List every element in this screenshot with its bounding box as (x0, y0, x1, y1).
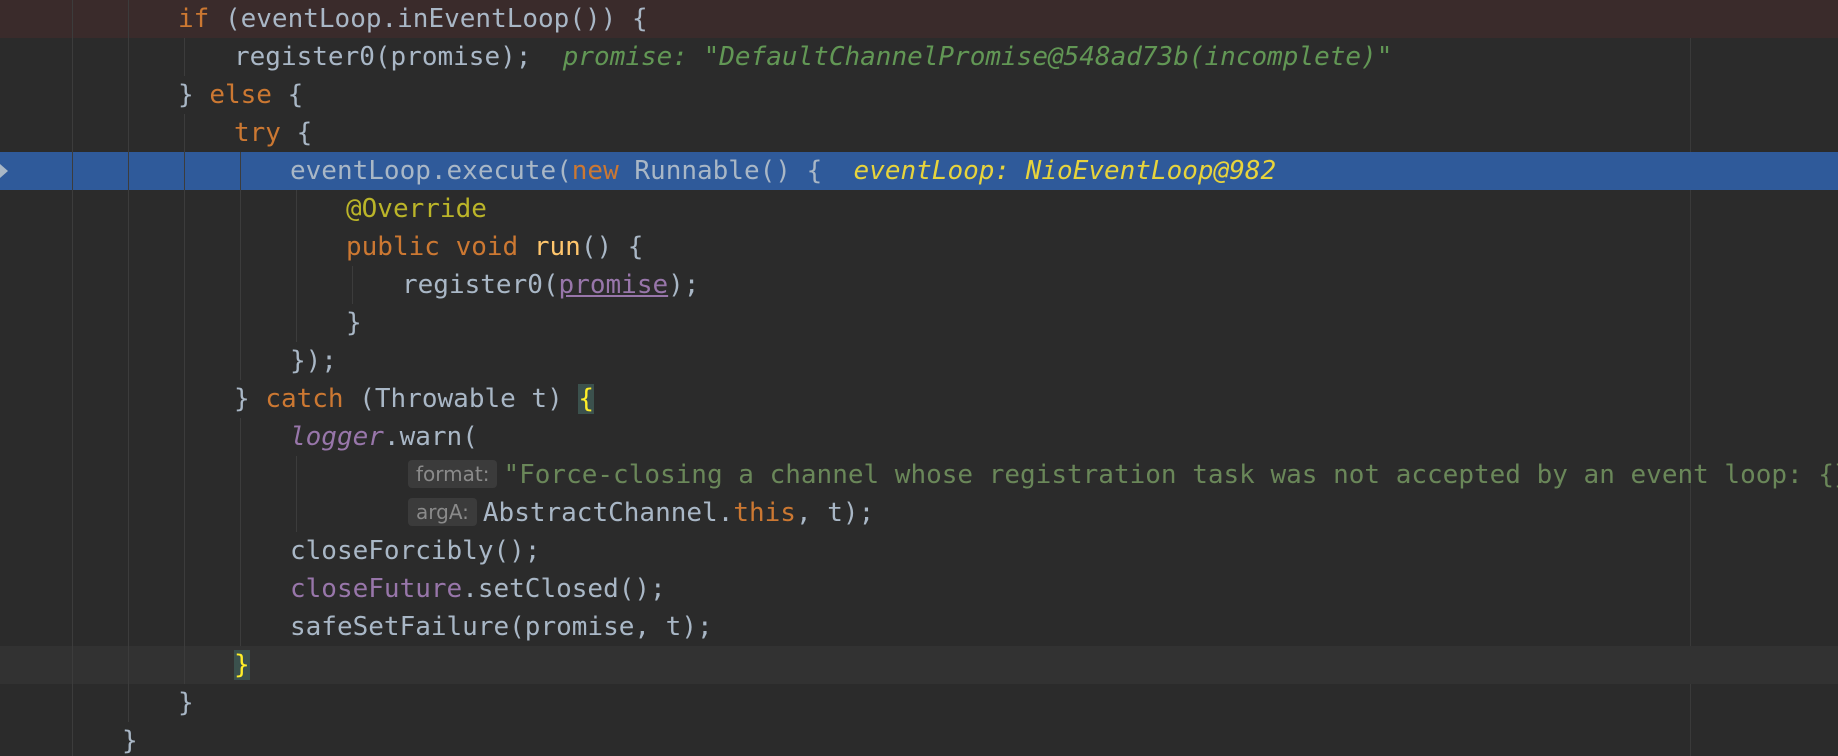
code-token: eventLoop.execute( (290, 156, 572, 186)
code-token: { (271, 80, 304, 110)
code-line-14[interactable]: argA: AbstractChannel.this, t); (0, 494, 1838, 532)
code-token: (Throwable t) (343, 384, 579, 414)
code-token: } (234, 650, 250, 680)
line-text: closeForcibly(); (290, 532, 540, 570)
line-text: @Override (346, 190, 487, 228)
code-token: AbstractChannel. (482, 498, 734, 528)
code-token: public (346, 232, 440, 262)
line-text: try { (234, 114, 312, 152)
code-token: .setClosed(); (462, 574, 666, 604)
code-line-13[interactable]: format: "Force-closing a channel whose re… (0, 456, 1838, 494)
code-line-10[interactable]: }); (0, 342, 1838, 380)
code-token: closeFuture (290, 574, 463, 604)
code-token: run (533, 232, 581, 262)
line-text: } (122, 722, 138, 756)
indent-guide (240, 152, 241, 380)
code-token: catch (265, 384, 344, 414)
code-token: .warn( (383, 422, 478, 452)
code-token: this (733, 498, 796, 528)
code-line-16[interactable]: closeFuture.setClosed(); (0, 570, 1838, 608)
code-token: else (209, 80, 272, 110)
execution-point-icon (0, 164, 8, 178)
code-token: safeSetFailure(promise, t); (290, 612, 713, 642)
indent-guide (72, 0, 73, 756)
line-text: } (178, 684, 194, 722)
code-token: closeForcibly(); (290, 536, 541, 566)
line-text: register0(promise); promise: "DefaultCha… (234, 38, 1392, 76)
line-text: safeSetFailure(promise, t); (290, 608, 713, 646)
code-line-4[interactable]: try { (0, 114, 1838, 152)
code-line-6[interactable]: @Override (0, 190, 1838, 228)
code-line-17[interactable]: safeSetFailure(promise, t); (0, 608, 1838, 646)
code-token: ); (668, 270, 700, 300)
code-token: if (178, 4, 210, 34)
code-token: } (178, 688, 194, 718)
line-text: }); (290, 342, 337, 380)
line-text: register0(promise); (402, 266, 699, 304)
code-line-3[interactable]: } else { (0, 76, 1838, 114)
indent-guide (240, 418, 241, 646)
line-text: format: "Force-closing a channel whose re… (408, 456, 1838, 494)
line-text: logger.warn( (290, 418, 478, 456)
code-line-1[interactable]: if (eventLoop.inEventLoop()) { (0, 0, 1838, 38)
code-token: } (346, 308, 362, 338)
debugger-inline-value: promise: "DefaultChannelPromise@548ad73b… (531, 42, 1393, 72)
code-token: "Force-closing a channel whose registrat… (503, 460, 1838, 490)
code-token: promise (558, 270, 669, 300)
debugger-inline-value: eventLoop: NioEventLoop@982 (822, 156, 1277, 186)
line-text: public void run() { (346, 228, 643, 266)
indent-guide (296, 456, 297, 532)
indent-guide (184, 114, 185, 684)
code-line-9[interactable]: } (0, 304, 1838, 342)
code-token: register0( (402, 270, 559, 300)
indent-guide (352, 266, 353, 304)
code-token: void (455, 232, 519, 262)
code-token: } (122, 726, 138, 756)
code-token: , t); (795, 498, 875, 528)
line-text: } else { (178, 76, 303, 114)
code-token: } (178, 80, 210, 110)
indent-guide (184, 38, 185, 76)
code-token: new (571, 156, 619, 186)
code-token: try (234, 118, 281, 148)
code-line-11[interactable]: } catch (Throwable t) { (0, 380, 1838, 418)
code-token: { (578, 384, 595, 414)
indent-guide (128, 0, 129, 722)
line-text: closeFuture.setClosed(); (290, 570, 666, 608)
code-line-7[interactable]: public void run() { (0, 228, 1838, 266)
code-line-15[interactable]: closeForcibly(); (0, 532, 1838, 570)
execution-point-line[interactable]: eventLoop.execute(new Runnable() { event… (0, 152, 1838, 190)
parameter-hint: format: (408, 460, 498, 488)
code-token: (eventLoop.inEventLoop()) { (209, 4, 648, 34)
code-token: Runnable() { (618, 156, 823, 186)
code-token: @Override (346, 194, 487, 224)
code-line-12[interactable]: logger.warn( (0, 418, 1838, 456)
code-token: logger (290, 422, 384, 452)
code-token: { (280, 118, 313, 148)
code-line-19[interactable]: } (0, 684, 1838, 722)
line-text: if (eventLoop.inEventLoop()) { (178, 0, 648, 38)
line-text: eventLoop.execute(new Runnable() { event… (290, 152, 1276, 190)
code-line-8[interactable]: register0(promise); (0, 266, 1838, 304)
line-text: } (346, 304, 362, 342)
code-token: register0(promise); (234, 42, 532, 72)
indent-guide (296, 190, 297, 342)
code-token: () { (580, 232, 644, 262)
code-token: } (234, 384, 266, 414)
code-line-2[interactable]: register0(promise); promise: "DefaultCha… (0, 38, 1838, 76)
code-editor[interactable]: if (eventLoop.inEventLoop()) { register0… (0, 0, 1838, 756)
caret-line[interactable]: } (0, 646, 1838, 684)
code-token: }); (290, 346, 337, 376)
line-text: } catch (Throwable t) { (234, 380, 595, 418)
line-text: argA: AbstractChannel.this, t); (408, 494, 874, 532)
code-line-20[interactable]: } (0, 722, 1838, 756)
line-text: } (234, 646, 250, 684)
parameter-hint: argA: (408, 498, 477, 526)
